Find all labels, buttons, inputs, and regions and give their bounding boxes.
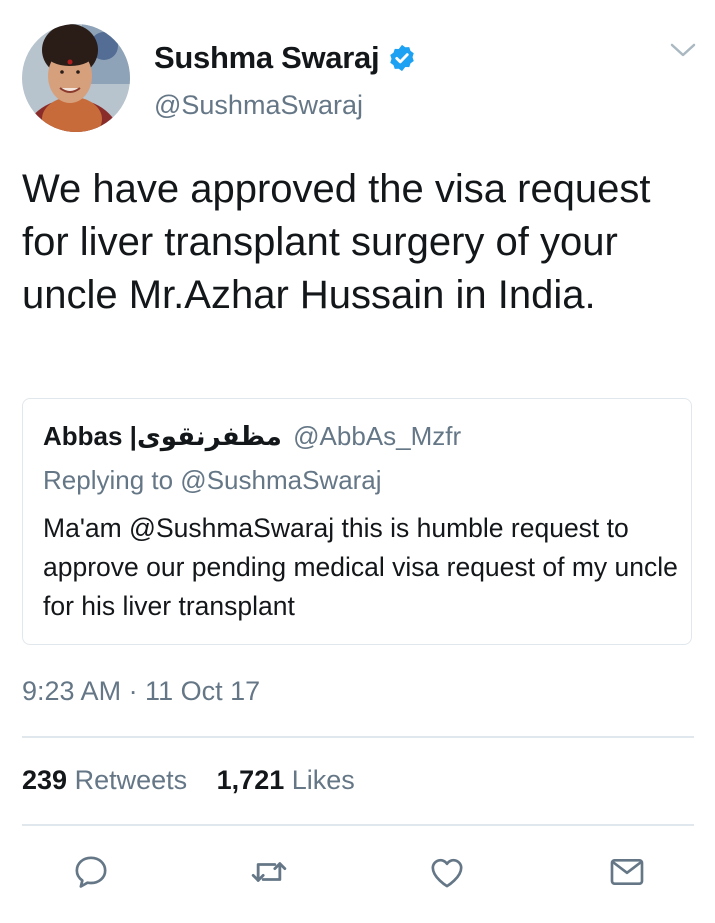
direct-message-button[interactable]	[605, 850, 649, 894]
tweet-detail: Sushma Swaraj @SushmaSwaraj We have appr…	[0, 0, 715, 923]
author-row[interactable]: Sushma Swaraj	[154, 40, 417, 76]
divider	[22, 736, 694, 738]
retweets-count: 239	[22, 765, 68, 795]
heart-icon	[431, 858, 463, 888]
quoted-replying-to: Replying to @SushmaSwaraj	[43, 465, 382, 495]
reply-button[interactable]	[69, 850, 113, 894]
tweet-timestamp[interactable]: 9:23 AM · 11 Oct 17	[22, 676, 260, 707]
avatar[interactable]	[22, 24, 130, 132]
retweet-button[interactable]	[247, 850, 291, 894]
action-bar	[0, 850, 715, 900]
quoted-text: Ma'am @SushmaSwaraj this is humble reque…	[43, 513, 678, 621]
tweet-text: We have approved the visa request for li…	[22, 167, 651, 317]
like-button[interactable]	[425, 850, 469, 894]
reply-icon	[75, 856, 107, 888]
envelope-icon	[610, 859, 644, 885]
likes-count: 1,721	[216, 765, 285, 795]
retweets-stat[interactable]: 239 Retweets	[22, 765, 195, 795]
tweet-stats: 239 Retweets 1,721 Likes	[22, 765, 355, 796]
quoted-header: Abbas |مظفرنقوی @AbbAs_Mzfr	[43, 421, 461, 452]
author-handle[interactable]: @SushmaSwaraj	[154, 90, 363, 121]
quoted-tweet[interactable]: Abbas |مظفرنقوی @AbbAs_Mzfr Replying to …	[22, 398, 692, 645]
quoted-author-name[interactable]: Abbas |مظفرنقوی	[43, 421, 282, 451]
retweets-label: Retweets	[74, 765, 188, 795]
verified-badge-icon	[390, 44, 415, 72]
author-name[interactable]: Sushma Swaraj	[154, 40, 380, 76]
retweet-icon	[251, 862, 287, 882]
likes-label: Likes	[291, 765, 355, 795]
chevron-down-icon[interactable]	[668, 40, 698, 60]
likes-stat[interactable]: 1,721 Likes	[217, 765, 355, 795]
divider	[22, 824, 694, 826]
quoted-author-handle[interactable]: @AbbAs_Mzfr	[293, 421, 461, 451]
